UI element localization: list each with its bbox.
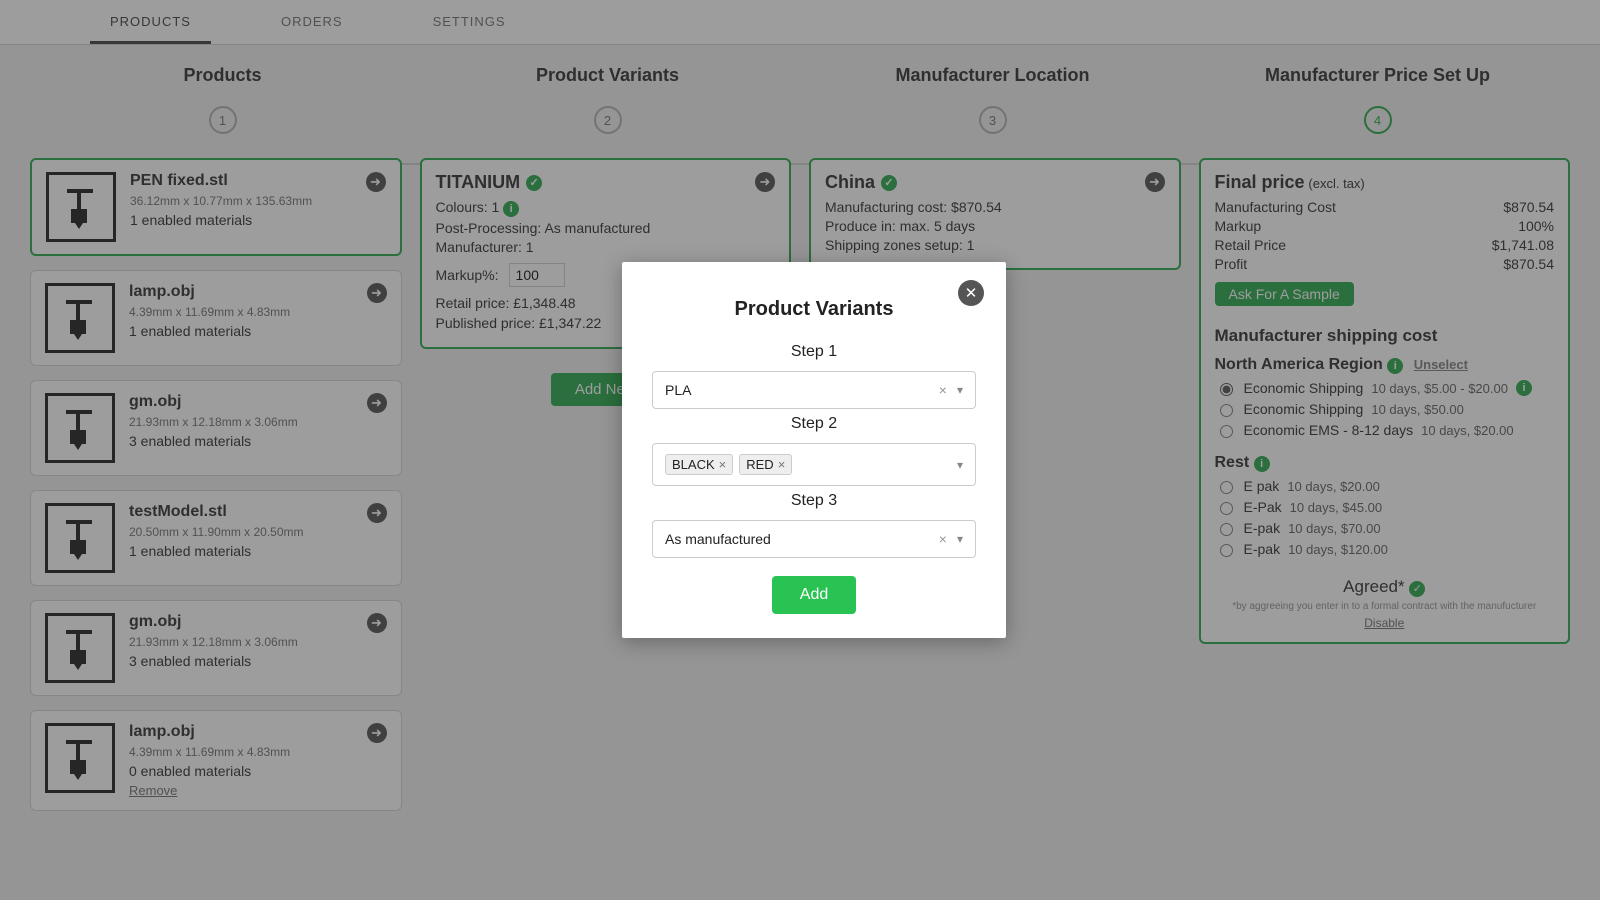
remove-chip-icon[interactable]: × xyxy=(778,457,786,472)
colour-chip[interactable]: BLACK × xyxy=(665,454,733,475)
postproc-value: As manufactured xyxy=(665,531,771,547)
clear-icon[interactable]: × xyxy=(939,382,947,398)
colour-select[interactable]: BLACK × RED × ▾ xyxy=(652,443,976,486)
remove-chip-icon[interactable]: × xyxy=(719,457,727,472)
clear-icon[interactable]: × xyxy=(939,531,947,547)
close-icon[interactable]: ✕ xyxy=(958,280,984,306)
modal-title: Product Variants xyxy=(652,298,976,321)
colour-chip[interactable]: RED × xyxy=(739,454,792,475)
chevron-down-icon: ▾ xyxy=(957,383,963,397)
modal-add-button[interactable]: Add xyxy=(772,576,856,614)
step2-label: Step 2 xyxy=(652,415,976,433)
postproc-select[interactable]: As manufactured × ▾ xyxy=(652,520,976,558)
chevron-down-icon: ▾ xyxy=(957,532,963,546)
product-variants-modal: ✕ Product Variants Step 1 PLA × ▾ Step 2… xyxy=(622,262,1006,638)
material-select[interactable]: PLA × ▾ xyxy=(652,371,976,409)
step1-label: Step 1 xyxy=(652,343,976,361)
step3-label: Step 3 xyxy=(652,492,976,510)
chevron-down-icon: ▾ xyxy=(957,458,963,472)
material-value: PLA xyxy=(665,382,691,398)
